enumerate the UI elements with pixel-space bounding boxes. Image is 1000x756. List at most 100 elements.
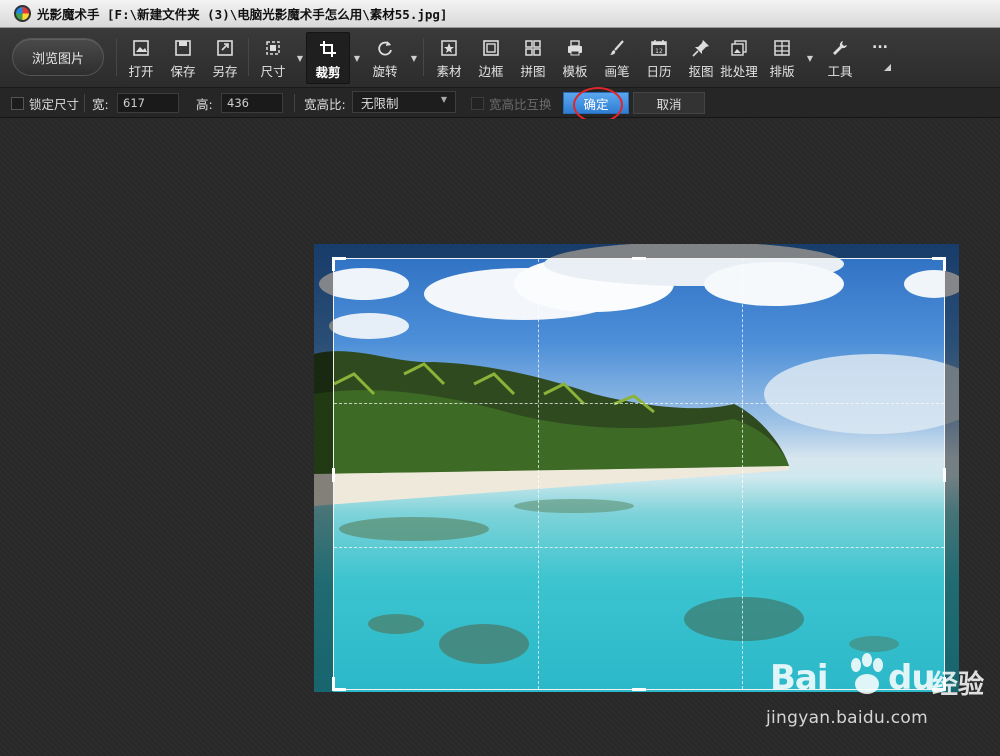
open-button[interactable]: 打开 [119,32,163,84]
lock-size-check-icon[interactable] [11,96,24,110]
main-toolbar: 浏览图片 打开 保存 另存 尺寸 ▼ 裁剪 ▼ 旋转 ▼ 素材 边框 拼图 模板… [0,28,1000,88]
ratio-select-value: 无限制 [361,95,399,111]
crop-button[interactable]: 裁剪 [306,32,350,84]
template-label: 模板 [562,64,588,79]
size-button[interactable]: 尺寸 [251,32,295,84]
width-field-wrap: 617 [117,93,179,113]
save-as-button[interactable]: 另存 [203,32,247,84]
layout-button[interactable]: 排版 [760,32,804,84]
brush-icon [606,37,628,59]
brush-button[interactable]: 画笔 [595,32,639,84]
save-as-label: 另存 [212,64,238,79]
crop-grid-line [742,259,743,689]
crop-handle-bottom[interactable] [632,688,646,691]
more-button[interactable]: ... [858,32,902,84]
crop-handle-right[interactable] [943,468,946,482]
save-button[interactable]: 保存 [161,32,205,84]
brush-label: 画笔 [604,64,630,79]
crop-selection-box[interactable] [332,257,946,691]
border-button[interactable]: 边框 [469,32,513,84]
cancel-button[interactable]: 取消 [633,92,705,114]
height-label: 高: [196,96,213,112]
collage-button[interactable]: 拼图 [511,32,555,84]
crop-handle-left[interactable] [332,468,335,482]
crop-icon [317,38,339,60]
crop-handle-top-right[interactable] [943,257,946,271]
crop-label: 裁剪 [315,65,341,80]
template-button[interactable]: 模板 [553,32,597,84]
material-label: 素材 [436,64,462,79]
chevron-down-icon: ▼ [440,95,447,104]
open-label: 打开 [128,64,154,79]
crop-handle-top[interactable] [632,257,646,260]
height-field-wrap: 436 [221,93,283,113]
width-label: 宽: [92,96,109,112]
watermark-brand-latin: Bai [770,658,829,698]
crop-dropdown-arrow-icon[interactable]: ▼ [352,54,362,63]
more-label: ... [872,36,888,52]
lock-size-checkbox[interactable]: 锁定尺寸 [11,93,79,113]
swap-ratio-check-icon[interactable] [471,96,484,110]
crop-grid-line [538,259,539,689]
cutout-label: 抠图 [688,64,714,79]
options-divider [84,94,85,112]
size-dropdown-arrow-icon[interactable]: ▼ [295,54,305,63]
star-icon [438,37,460,59]
frame-icon [480,37,502,59]
crop-mask-top [314,244,959,258]
save-icon [172,37,194,59]
height-group: 高: [196,93,213,113]
baidu-jingyan-watermark: Bai du 经验 jingyan.baidu.com [760,650,990,740]
browse-images-button[interactable]: 浏览图片 [12,38,104,76]
watermark-brand-latin-2: du [888,658,936,698]
save-label: 保存 [170,64,196,79]
width-input[interactable]: 617 [117,93,179,113]
height-input[interactable]: 436 [221,93,283,113]
lock-size-label: 锁定尺寸 [29,96,80,112]
open-image-icon [130,37,152,59]
rotate-label: 旋转 [372,64,398,79]
crop-grid-line [334,403,944,404]
baidu-paw-icon [851,653,883,694]
swap-ratio-label: 宽高比互换 [489,96,552,112]
layout-dropdown-arrow-icon[interactable]: ▼ [805,54,815,63]
batch-images-icon [728,37,750,59]
template-printer-icon [564,37,586,59]
svg-text:12: 12 [655,48,663,55]
crop-mask-right [945,258,959,692]
watermark-brand-cn: 经验 [932,670,985,700]
tools-button[interactable]: 工具 [818,32,862,84]
ratio-select-wrap: 无限制 ▼ [352,91,456,113]
swap-ratio-checkbox[interactable]: 宽高比互换 [471,93,552,113]
ratio-label: 宽高比: [304,96,346,112]
crop-handle-bottom-left[interactable] [332,677,335,691]
batch-button[interactable]: 批处理 [717,32,761,84]
window-title: 光影魔术手 [F:\新建文件夹 (3)\电脑光影魔术手怎么用\素材55.jpg] [37,7,448,22]
rotate-button[interactable]: 旋转 [363,32,407,84]
highlight-circle-annotation [573,87,623,123]
pin-icon [690,37,712,59]
toolbar-divider [423,38,424,76]
calendar-label: 日历 [646,64,672,79]
wrench-icon [829,37,851,59]
crop-grid-line [334,547,944,548]
tools-label: 工具 [827,64,853,79]
toolbar-divider [116,38,117,76]
options-divider [294,94,295,112]
save-as-icon [214,37,236,59]
toolbar-divider [248,38,249,76]
rotate-icon [374,37,396,59]
batch-label: 批处理 [720,64,758,79]
crop-handle-top-left[interactable] [332,257,335,271]
material-button[interactable]: 素材 [427,32,471,84]
ratio-select[interactable]: 无限制 ▼ [352,91,456,113]
crop-mask-left [314,258,333,692]
crop-options-bar: 锁定尺寸 宽: 617 高: 436 宽高比: 无限制 ▼ 宽高比互换 确定 取… [0,88,1000,118]
rotate-dropdown-arrow-icon[interactable]: ▼ [409,54,419,63]
calendar-icon: 12 [648,37,670,59]
border-label: 边框 [478,64,504,79]
layout-label: 排版 [769,64,795,79]
calendar-button[interactable]: 12 日历 [637,32,681,84]
width-group: 宽: [92,93,109,113]
more-expand-icon[interactable] [884,64,891,71]
